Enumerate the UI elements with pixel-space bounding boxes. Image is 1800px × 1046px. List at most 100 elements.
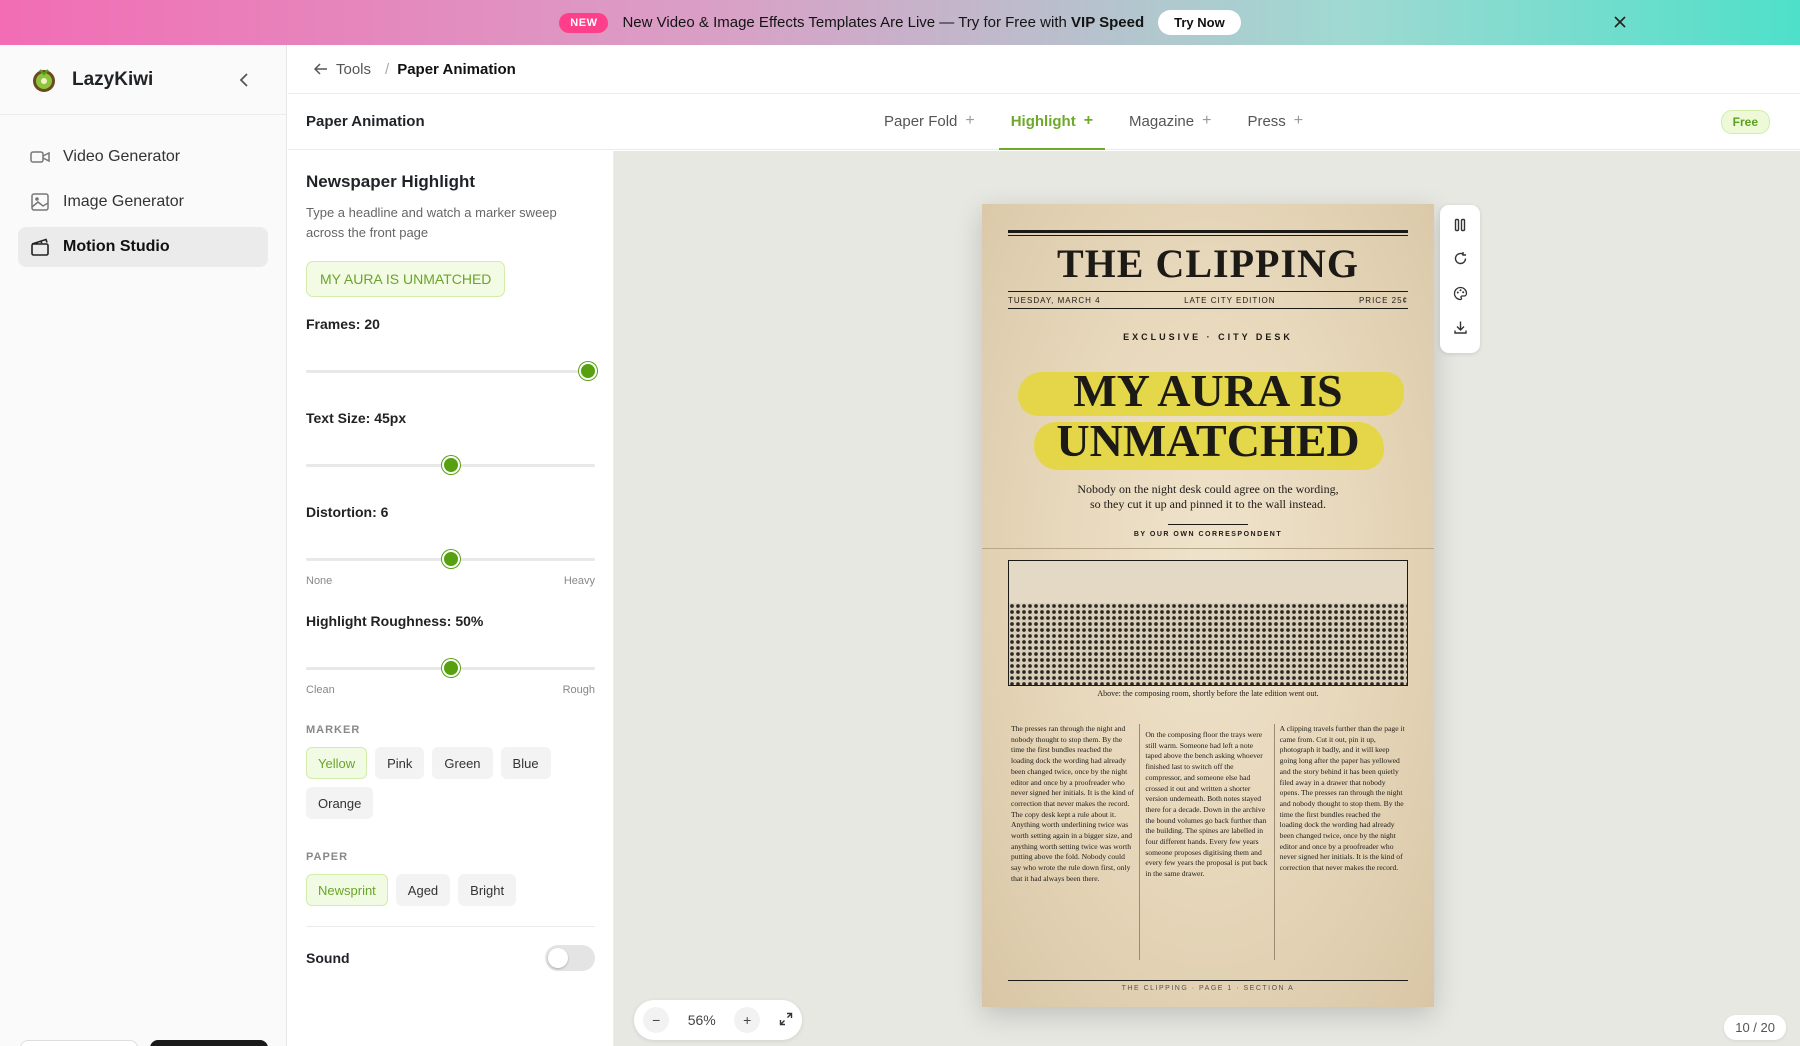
sidebar-item-image-generator[interactable]: Image Generator (18, 182, 268, 222)
breadcrumb-tools: Tools (336, 60, 372, 78)
text-size-label: Text Size: 45px (306, 410, 407, 426)
back-link[interactable]: Tools (314, 61, 371, 78)
new-badge: NEW (559, 12, 609, 33)
frames-control: Frames: 20 (306, 316, 597, 380)
roughness-label: Highlight Roughness: 50% (306, 613, 484, 629)
palette-icon[interactable] (1453, 286, 1468, 306)
sound-toggle[interactable] (545, 945, 595, 971)
sidebar-item-label: Motion Studio (63, 238, 170, 255)
distortion-min-label: None (306, 575, 333, 587)
chevron-left-icon[interactable] (232, 68, 256, 92)
distortion-slider[interactable] (306, 550, 595, 568)
plus-icon: + (1202, 112, 1212, 129)
frame-counter: 10 / 20 (1724, 1015, 1786, 1040)
divider (306, 926, 595, 927)
replay-icon[interactable] (1453, 251, 1468, 271)
sound-row: Sound (306, 945, 595, 971)
zoom-level: 56% (687, 1012, 716, 1028)
roughness-slider-handle[interactable] (441, 659, 460, 677)
banner-highlight: VIP Speed (1071, 14, 1145, 31)
roughness-max-label: Rough (562, 684, 595, 696)
try-now-button[interactable]: Try Now (1158, 10, 1241, 35)
clapperboard-icon (31, 238, 49, 256)
roughness-min-label: Clean (306, 684, 335, 696)
frames-slider[interactable] (306, 362, 597, 380)
sidebar-item-video-generator[interactable]: Video Generator (18, 137, 268, 177)
roughness-control: Highlight Roughness: 50% Clean Rough (306, 613, 595, 696)
frames-label: Frames: 20 (306, 316, 380, 332)
dek-rule (1168, 524, 1248, 525)
fold-line (982, 548, 1434, 549)
text-size-slider[interactable] (306, 456, 595, 474)
panel-description: Type a headline and watch a marker sweep… (306, 205, 557, 240)
headline-line: MY AURA IS (1073, 365, 1343, 416)
marker-option-orange[interactable]: Orange (306, 787, 374, 819)
arrow-left-icon (314, 63, 327, 75)
text-size-slider-handle[interactable] (441, 456, 460, 474)
pause-icon[interactable] (1453, 218, 1467, 237)
paper-option-newsprint[interactable]: Newsprint (306, 874, 388, 906)
breadcrumb-current: Paper Animation (397, 60, 516, 78)
headline-line: UNMATCHED (1056, 415, 1360, 466)
video-camera-icon (30, 151, 50, 163)
zoom-controls: − 56% + (634, 1000, 802, 1040)
dateline: TUESDAY, MARCH 4 LATE CITY EDITION PRICE… (1008, 291, 1408, 309)
preview-canvas: THE CLIPPING TUESDAY, MARCH 4 LATE CITY … (614, 151, 1800, 1046)
issue-date: TUESDAY, MARCH 4 (1008, 295, 1101, 305)
sidebar-nav: Video Generator Image Generator Motion S… (0, 115, 286, 294)
zoom-out-button[interactable]: − (643, 1007, 670, 1033)
tab-highlight[interactable]: Highlight + (998, 94, 1106, 150)
paper-heading: PAPER (306, 851, 349, 863)
sidebar-primary-button[interactable] (150, 1040, 268, 1046)
marker-option-blue[interactable]: Blue (500, 747, 551, 779)
plan-badge: Free (1720, 110, 1770, 134)
kicker: EXCLUSIVE · CITY DESK (1123, 332, 1293, 342)
dek: Nobody on the night desk could agree on … (1077, 482, 1339, 511)
paper-option-aged[interactable]: Aged (395, 874, 451, 906)
panel-title: Newspaper Highlight (306, 172, 476, 191)
marker-heading: MARKER (306, 724, 361, 736)
marker-option-yellow[interactable]: Yellow (306, 747, 368, 779)
masthead: THE CLIPPING (1056, 241, 1360, 286)
sidebar: LazyKiwi Video Generator Image Generator… (0, 45, 287, 1046)
frames-slider-handle[interactable] (578, 362, 597, 380)
price: PRICE 25¢ (1358, 295, 1408, 305)
close-icon[interactable] (1610, 12, 1630, 32)
fullscreen-icon[interactable] (779, 1012, 793, 1029)
paper-option-bright[interactable]: Bright (458, 874, 517, 906)
settings-panel: Newspaper Highlight Type a headline and … (288, 151, 614, 1046)
preview-toolbar (1440, 205, 1480, 353)
breadcrumb-separator: / (385, 60, 390, 78)
distortion-control: Distortion: 6 None Heavy (306, 504, 595, 587)
roughness-slider[interactable] (306, 659, 595, 677)
marker-option-green[interactable]: Green (432, 747, 493, 779)
sidebar-item-label: Video Generator (63, 148, 181, 165)
download-icon[interactable] (1453, 320, 1468, 340)
sidebar-item-motion-studio[interactable]: Motion Studio (18, 227, 268, 267)
tab-press[interactable]: Press + (1235, 94, 1315, 150)
byline: BY OUR OWN CORRESPONDENT (1133, 531, 1283, 538)
zoom-in-button[interactable]: + (734, 1007, 761, 1033)
marker-option-pink[interactable]: Pink (375, 747, 425, 779)
breadcrumb: Tools / Paper Animation (288, 45, 1800, 94)
headline: MY AURA IS UNMATCHED (982, 366, 1434, 466)
sidebar-secondary-button[interactable] (20, 1040, 138, 1046)
halftone-photo (1008, 560, 1408, 686)
top-rule (1008, 230, 1408, 236)
edition: LATE CITY EDITION (1184, 295, 1276, 305)
distortion-label: Distortion: 6 (306, 504, 389, 520)
plus-icon: + (1083, 112, 1094, 129)
tab-magazine[interactable]: Magazine + (1117, 94, 1223, 150)
photo-caption: Above: the composing room, shortly befor… (1097, 689, 1319, 698)
page-title: Paper Animation (306, 113, 425, 130)
paper-options: Newsprint Aged Bright (306, 874, 566, 906)
tab-paper-fold[interactable]: Paper Fold + (872, 94, 987, 150)
sound-label: Sound (306, 950, 350, 966)
distortion-slider-handle[interactable] (441, 550, 460, 568)
distortion-max-label: Heavy (563, 575, 595, 587)
article-column: The presses ran through the night and no… (1011, 724, 1134, 883)
text-size-control: Text Size: 45px (306, 410, 595, 474)
template-tabs: Paper Fold + Highlight + Magazine + Press + (872, 94, 1327, 150)
plus-icon: + (1293, 112, 1304, 129)
headline-input[interactable]: MY AURA IS UNMATCHED (306, 261, 506, 297)
